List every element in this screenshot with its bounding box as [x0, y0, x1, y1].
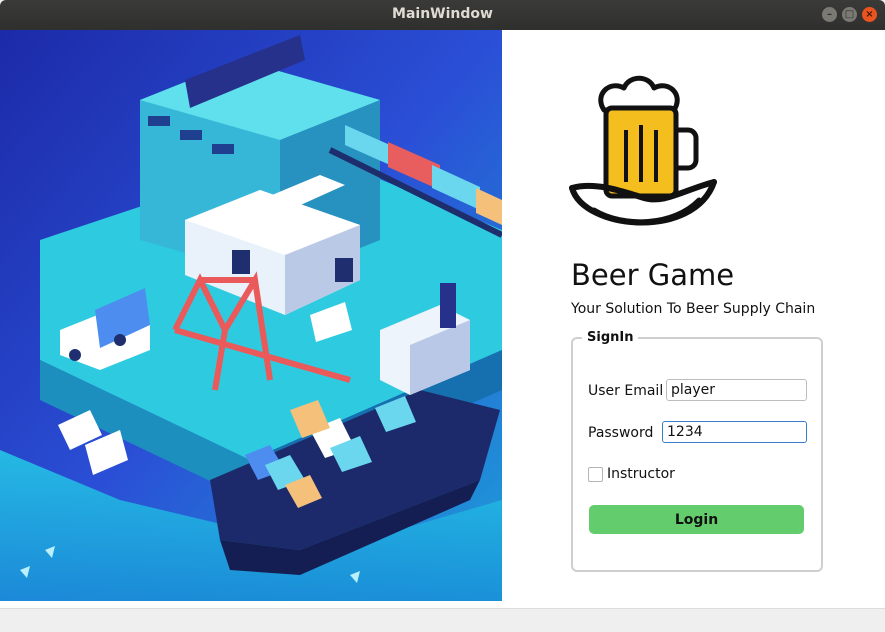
password-field[interactable]: [662, 421, 807, 443]
signin-pane: Beer Game Your Solution To Beer Supply C…: [502, 30, 885, 608]
minimize-icon[interactable]: –: [822, 7, 837, 22]
instructor-checkbox[interactable]: [588, 467, 603, 482]
email-field[interactable]: [666, 379, 807, 401]
supply-chain-illustration: [0, 30, 502, 601]
bottom-strip: [0, 601, 502, 608]
app-title: Beer Game: [571, 258, 735, 292]
password-label: Password: [588, 425, 654, 441]
maximize-icon[interactable]: □: [842, 7, 857, 22]
beer-mug-logo-icon: [564, 70, 724, 240]
window-titlebar: MainWindow – □ ×: [0, 0, 885, 30]
app-subtitle: Your Solution To Beer Supply Chain: [571, 301, 816, 317]
signin-legend: SignIn: [582, 330, 639, 345]
signin-groupbox: SignIn User Email Password Instructor Lo…: [571, 330, 823, 572]
close-icon[interactable]: ×: [862, 7, 877, 22]
login-button[interactable]: Login: [589, 505, 804, 534]
email-label: User Email: [588, 383, 664, 399]
window-title: MainWindow: [392, 6, 493, 22]
instructor-label[interactable]: Instructor: [607, 466, 675, 482]
status-bar: [0, 608, 885, 632]
